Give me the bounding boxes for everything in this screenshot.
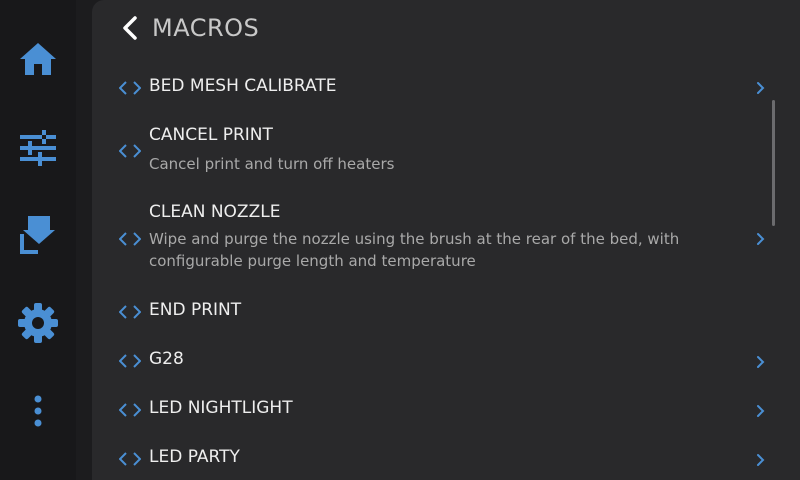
- code-icon: [119, 144, 141, 158]
- sliders-icon: [20, 130, 56, 166]
- chevron-right-icon: [757, 82, 765, 94]
- extruder-icon: [20, 216, 55, 254]
- macro-item[interactable]: LED NIGHTLIGHT: [92, 388, 800, 437]
- macro-name: CANCEL PRINT: [149, 125, 273, 145]
- chevron-left-icon: [123, 16, 137, 40]
- nav-home-button[interactable]: [14, 35, 62, 83]
- chevron-right-icon: [757, 233, 765, 245]
- page-title: MACROS: [152, 14, 260, 42]
- nav-more-button[interactable]: [14, 387, 62, 435]
- scrollbar[interactable]: [772, 100, 775, 226]
- code-icon: [119, 403, 141, 417]
- code-icon: [119, 232, 141, 246]
- nav-settings-button[interactable]: [14, 299, 62, 347]
- macro-description: Wipe and purge the nozzle using the brus…: [149, 230, 680, 270]
- macro-item[interactable]: CANCEL PRINT Cancel print and turn off h…: [92, 112, 800, 175]
- more-vertical-icon: [34, 395, 42, 427]
- macro-item[interactable]: CLEAN NOZZLE Wipe and purge the nozzle u…: [92, 175, 800, 290]
- macro-name: LED PARTY: [149, 447, 240, 467]
- code-icon: [119, 305, 141, 319]
- chevron-right-icon: [757, 356, 765, 368]
- back-button[interactable]: [112, 12, 148, 44]
- macro-name: CLEAN NOZZLE: [149, 202, 281, 222]
- macro-item[interactable]: G28: [92, 339, 800, 388]
- macros-panel: MACROS BED MESH CALIBRATE CANCEL PRINT C…: [92, 0, 800, 480]
- header: MACROS: [92, 0, 800, 56]
- macro-item[interactable]: END PRINT: [92, 290, 800, 339]
- macro-name: END PRINT: [149, 300, 242, 320]
- code-icon: [119, 452, 141, 466]
- chevron-right-icon: [757, 454, 765, 466]
- macro-name: G28: [149, 349, 184, 369]
- code-icon: [119, 81, 141, 95]
- home-icon: [20, 43, 56, 75]
- nav-extrude-button[interactable]: [14, 212, 62, 260]
- macro-item[interactable]: LED PARTY: [92, 437, 800, 480]
- macro-name: BED MESH CALIBRATE: [149, 76, 337, 96]
- sidebar: [0, 0, 76, 480]
- nav-tune-button[interactable]: [14, 124, 62, 172]
- gear-icon: [18, 303, 58, 343]
- macro-name: LED NIGHTLIGHT: [149, 398, 293, 418]
- chevron-right-icon: [757, 405, 765, 417]
- macro-description: Cancel print and turn off heaters: [149, 155, 395, 173]
- code-icon: [119, 354, 141, 368]
- macro-item[interactable]: BED MESH CALIBRATE: [92, 63, 800, 112]
- macro-list: BED MESH CALIBRATE CANCEL PRINT Cancel p…: [92, 63, 800, 480]
